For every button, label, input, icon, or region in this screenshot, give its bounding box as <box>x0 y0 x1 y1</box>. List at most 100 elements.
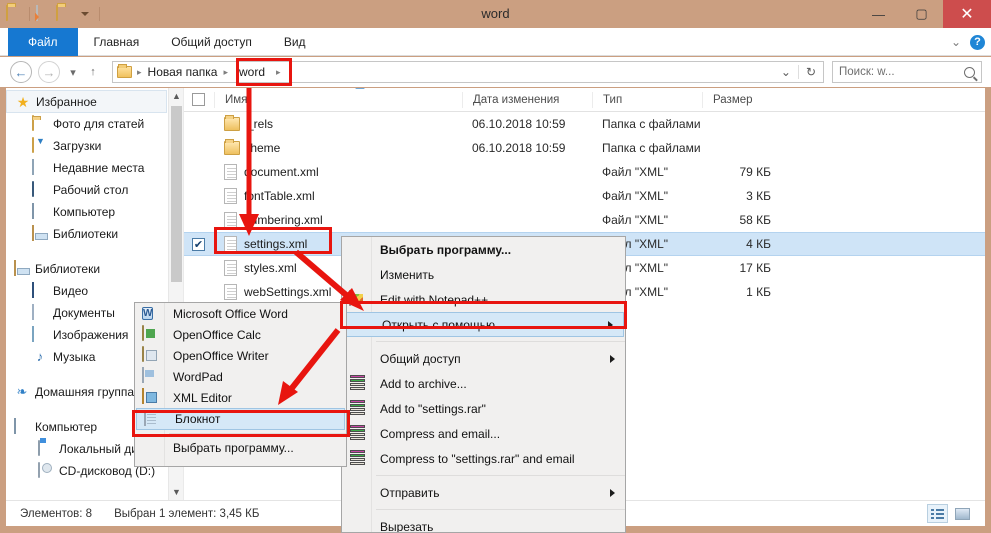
desktop-icon <box>32 181 48 198</box>
file-size: 79 КБ <box>739 165 771 179</box>
submenu-item-wordpad[interactable]: WordPad <box>135 366 346 387</box>
submenu-item-openoffice-calc[interactable]: OpenOffice Calc <box>135 324 346 345</box>
xml-file-icon <box>224 260 237 276</box>
scroll-up-icon[interactable]: ▲ <box>169 88 183 104</box>
menu-item-send-to[interactable]: Отправить <box>342 480 625 505</box>
word-icon: W <box>142 307 154 320</box>
menu-item-add-to-archive[interactable]: Add to archive... <box>342 371 625 396</box>
up-button[interactable]: ↑ <box>86 66 100 78</box>
row-checkbox[interactable] <box>192 262 205 275</box>
menu-item-open-with[interactable]: Открыть с помощью <box>343 312 624 337</box>
tab-home[interactable]: Главная <box>78 28 156 56</box>
sidebar-item-downloads[interactable]: Загрузки <box>6 135 183 157</box>
row-checkbox[interactable] <box>192 190 205 203</box>
video-icon <box>32 282 48 299</box>
xml-file-icon <box>224 164 237 180</box>
row-checkbox[interactable] <box>192 214 205 227</box>
computer-icon <box>32 203 48 220</box>
cd-drive-icon <box>38 462 54 479</box>
column-headers: Имя Дата изменения Тип Размер <box>184 88 985 112</box>
sidebar-item-video[interactable]: Видео <box>6 280 183 302</box>
table-row[interactable]: theme 06.10.2018 10:59 Папка с файлами <box>184 136 985 160</box>
library-icon <box>14 260 30 277</box>
submenu-label: Microsoft Office Word <box>173 306 288 321</box>
row-checkbox[interactable] <box>192 118 205 131</box>
forward-button[interactable]: → <box>38 61 60 83</box>
breadcrumb-separator-0[interactable]: ▸ <box>134 67 145 78</box>
submenu-item-choose-program[interactable]: Выбрать программу... <box>135 437 346 458</box>
sidebar-item-libraries-fav[interactable]: Библиотеки <box>6 223 183 245</box>
submenu-item-ms-word[interactable]: W Microsoft Office Word <box>135 303 346 324</box>
close-button[interactable]: ✕ <box>943 0 991 28</box>
menu-item-compress-to-rar-and-email[interactable]: Compress to "settings.rar" and email <box>342 446 625 471</box>
notepad-icon <box>144 410 161 428</box>
sidebar-item-computer-fav[interactable]: Компьютер <box>6 201 183 223</box>
breadcrumb-item-0[interactable]: Новая папка <box>145 65 221 79</box>
back-button[interactable]: ← <box>10 61 32 83</box>
search-icon[interactable] <box>964 66 975 78</box>
openoffice-writer-icon <box>142 346 159 364</box>
column-header-date[interactable]: Дата изменения <box>462 91 592 108</box>
row-checkbox[interactable] <box>192 166 205 179</box>
menu-item-share[interactable]: Общий доступ <box>342 346 625 371</box>
column-header-size[interactable]: Размер <box>702 91 777 108</box>
sidebar-label-music: Музыка <box>53 350 96 364</box>
sidebar-item-libraries[interactable]: Библиотеки <box>6 258 183 280</box>
menu-item-edit[interactable]: Изменить <box>342 262 625 287</box>
file-name-cell[interactable]: theme <box>214 139 462 155</box>
menu-item-compress-and-email[interactable]: Compress and email... <box>342 421 625 446</box>
sidebar-item-recent-places[interactable]: Недавние места <box>6 157 183 179</box>
scroll-down-icon[interactable]: ▼ <box>169 484 183 500</box>
breadcrumb-separator-1[interactable]: ▸ <box>220 67 231 78</box>
row-checkbox[interactable] <box>192 142 205 155</box>
file-name-cell[interactable]: fontTable.xml <box>214 188 462 204</box>
file-name-cell[interactable]: _rels <box>214 115 462 131</box>
search-text: Поиск: w... <box>839 66 895 78</box>
file-name-cell[interactable]: document.xml <box>214 164 462 180</box>
file-name-cell[interactable]: numbering.xml <box>214 212 462 228</box>
submenu-item-xml-editor[interactable]: XML Editor <box>135 387 346 408</box>
maximize-button[interactable]: ▢ <box>900 0 943 28</box>
file-size: 4 КБ <box>746 237 771 251</box>
menu-item-choose-program[interactable]: Выбрать программу... <box>342 237 625 262</box>
submenu-label: Выбрать программу... <box>173 440 294 455</box>
help-icon[interactable]: ? <box>970 34 985 50</box>
submenu-item-openoffice-writer[interactable]: OpenOffice Writer <box>135 345 346 366</box>
tab-file[interactable]: Файл <box>8 28 78 56</box>
column-header-name[interactable]: Имя <box>214 88 462 108</box>
tab-view[interactable]: Вид <box>268 28 322 56</box>
tab-share[interactable]: Общий доступ <box>155 28 268 56</box>
breadcrumb[interactable]: ▸ Новая папка ▸ word ▸ ⌄ ↻ <box>112 61 824 83</box>
minimize-button[interactable]: — <box>857 0 900 28</box>
submenu-item-notepad[interactable]: Блокнот <box>136 408 345 430</box>
table-row[interactable]: numbering.xml Файл "XML" 58 КБ <box>184 208 985 232</box>
row-checkbox-checked[interactable]: ✔ <box>192 237 205 251</box>
large-icons-view-icon[interactable] <box>952 504 973 523</box>
breadcrumb-item-word[interactable]: word <box>231 65 273 79</box>
table-row[interactable]: document.xml Файл "XML" 79 КБ <box>184 160 985 184</box>
file-name: theme <box>247 141 281 155</box>
search-input[interactable]: Поиск: w... <box>832 61 982 83</box>
menu-item-cut[interactable]: Вырезать <box>342 514 625 533</box>
table-row[interactable]: _rels 06.10.2018 10:59 Папка с файлами <box>184 112 985 136</box>
scrollbar-thumb[interactable] <box>171 106 182 282</box>
table-row[interactable]: fontTable.xml Файл "XML" 3 КБ <box>184 184 985 208</box>
row-checkbox[interactable] <box>192 286 205 299</box>
menu-item-add-to-settings-rar[interactable]: Add to "settings.rar" <box>342 396 625 421</box>
address-dropdown-icon[interactable]: ⌄ <box>774 65 798 79</box>
file-type: Файл "XML" <box>602 189 669 203</box>
sidebar-item-favorites[interactable]: ★ Избранное <box>6 90 167 113</box>
sidebar-item-photos[interactable]: Фото для статей <box>6 113 183 135</box>
context-menu: Выбрать программу... Изменить Edit with … <box>341 236 626 533</box>
winrar-icon <box>349 450 366 467</box>
menu-item-edit-with-notepadpp[interactable]: Edit with Notepad++ <box>342 287 625 312</box>
breadcrumb-separator-2[interactable]: ▸ <box>273 67 284 78</box>
column-header-type[interactable]: Тип <box>592 91 702 108</box>
sidebar-item-desktop[interactable]: Рабочий стол <box>6 179 183 201</box>
select-all-checkbox[interactable] <box>192 93 205 106</box>
refresh-icon[interactable]: ↻ <box>797 65 823 79</box>
file-name: webSettings.xml <box>244 285 332 299</box>
chevron-down-icon[interactable]: ⌄ <box>951 35 961 49</box>
recent-locations-icon[interactable]: ▾ <box>66 66 80 79</box>
details-view-icon[interactable] <box>927 504 948 523</box>
